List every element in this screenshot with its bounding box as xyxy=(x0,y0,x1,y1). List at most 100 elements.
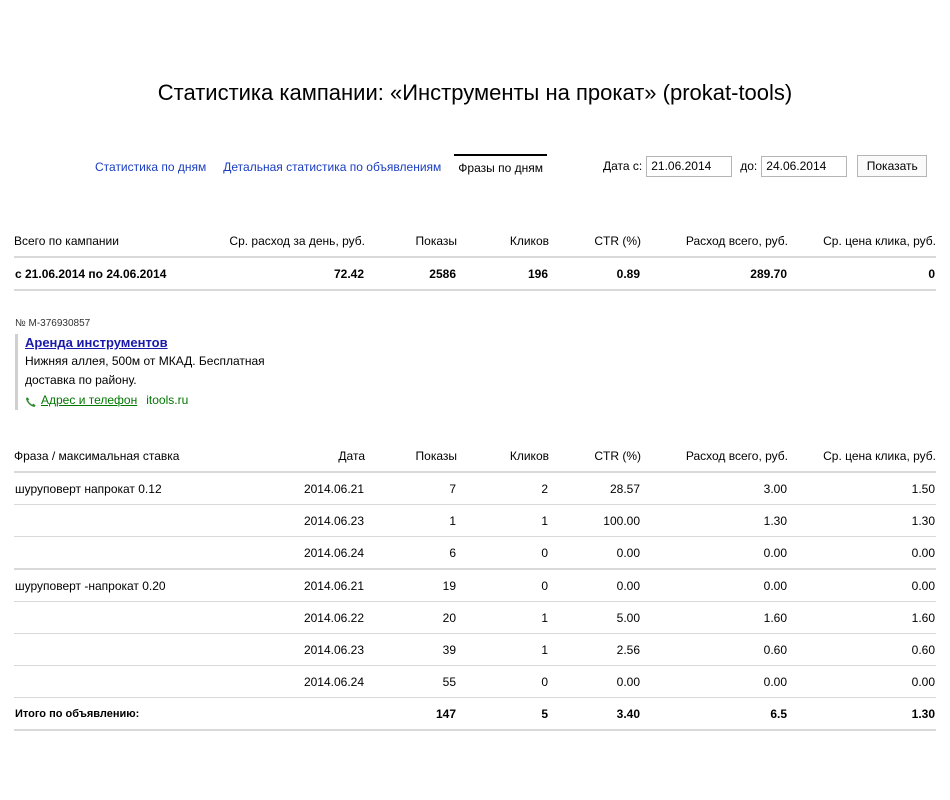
column-header: CTR (%) xyxy=(549,226,641,258)
ad-title-link[interactable]: Аренда инструментов xyxy=(25,334,315,352)
phrase-stats-table: Фраза / максимальная ставка Дата Показы … xyxy=(14,441,936,731)
table-cell: 0.89 xyxy=(549,257,641,291)
table-cell: 20 xyxy=(365,601,457,634)
table-cell: 1 xyxy=(457,601,549,634)
table-cell: 2014.06.21 xyxy=(224,472,365,505)
date-from-label: Дата с: xyxy=(603,159,643,173)
page-title: Статистика кампании: «Инструменты на про… xyxy=(157,80,793,105)
table-cell: 28.57 xyxy=(549,472,641,505)
table-cell: с 21.06.2014 по 24.06.2014 xyxy=(14,257,224,291)
table-cell: Итого по объявлению: xyxy=(14,697,224,731)
show-button[interactable]: Показать xyxy=(857,155,928,177)
phone-icon xyxy=(25,394,37,407)
column-header: Ср. цена клика, руб. xyxy=(788,226,936,258)
contact-link[interactable]: Адрес и телефон xyxy=(41,390,137,410)
date-from-input[interactable] xyxy=(646,155,733,177)
column-header: Ср. цена клика, руб. xyxy=(788,441,936,473)
column-header: Расход всего, руб. xyxy=(641,441,788,473)
table-row: 2014.06.23 39 1 2.56 0.60 0.60 xyxy=(14,633,936,666)
table-cell: 2014.06.24 xyxy=(224,536,365,570)
table-cell: 147 xyxy=(365,697,457,731)
table-cell: 0 xyxy=(457,569,549,602)
column-header: Показы xyxy=(365,226,457,258)
ad-domain: itools.ru xyxy=(146,393,189,407)
date-to-label: до: xyxy=(740,159,758,173)
table-cell: шуруповерт -напрокат 0.20 xyxy=(14,569,224,602)
table-cell: 72.42 xyxy=(224,257,365,291)
table-cell: 1 xyxy=(365,504,457,537)
tab-detailed-stats[interactable]: Детальная статистика по объявлениям xyxy=(223,154,441,180)
table-cell: 0.00 xyxy=(549,569,641,602)
table-cell: 7 xyxy=(365,472,457,505)
table-cell: 0.00 xyxy=(641,569,788,602)
ad-text-line: доставка по району. xyxy=(25,373,137,387)
table-cell: 1.30 xyxy=(788,504,936,537)
table-cell: 5.00 xyxy=(549,601,641,634)
table-cell: 0.60 xyxy=(788,633,936,666)
table-header-row: Фраза / максимальная ставка Дата Показы … xyxy=(14,441,936,473)
table-cell: 3.00 xyxy=(641,472,788,505)
table-cell: 0.00 xyxy=(788,665,936,698)
table-cell xyxy=(14,536,224,570)
column-header: Показы xyxy=(365,441,457,473)
table-cell: 0.00 xyxy=(788,569,936,602)
table-cell: 2014.06.22 xyxy=(224,601,365,634)
ad-links: Адрес и телефон itools.ru xyxy=(25,390,315,410)
table-cell: 1 xyxy=(457,633,549,666)
table-cell xyxy=(14,665,224,698)
table-cell: 0.00 xyxy=(549,536,641,570)
table-cell: 0.60 xyxy=(641,633,788,666)
table-row: 2014.06.24 6 0 0.00 0.00 0.00 xyxy=(14,536,936,570)
table-cell: 0.00 xyxy=(641,536,788,570)
table-row: шуруповерт напрокат 0.12 2014.06.21 7 2 … xyxy=(14,472,936,505)
table-cell: 289.70 xyxy=(641,257,788,291)
table-header-row: Всего по кампании Ср. расход за день, ру… xyxy=(14,226,936,258)
table-cell: 2014.06.23 xyxy=(224,504,365,537)
tab-stats-by-days[interactable]: Статистика по дням xyxy=(95,154,206,180)
table-cell: 1.30 xyxy=(788,697,936,731)
table-cell xyxy=(224,697,365,731)
table-cell: 1.60 xyxy=(788,601,936,634)
table-row: 2014.06.23 1 1 100.00 1.30 1.30 xyxy=(14,504,936,537)
table-cell: 196 xyxy=(457,257,549,291)
column-header: Фраза / максимальная ставка xyxy=(14,441,224,473)
column-header: Кликов xyxy=(457,226,549,258)
table-cell: 0 xyxy=(457,536,549,570)
table-cell: 0 xyxy=(457,665,549,698)
table-row: 2014.06.24 55 0 0.00 0.00 0.00 xyxy=(14,665,936,698)
column-header: Расход всего, руб. xyxy=(641,226,788,258)
table-cell: 2014.06.24 xyxy=(224,665,365,698)
table-cell: 0.00 xyxy=(549,665,641,698)
table-cell: 2.56 xyxy=(549,633,641,666)
column-header: Кликов xyxy=(457,441,549,473)
table-row: 2014.06.22 20 1 5.00 1.60 1.60 xyxy=(14,601,936,634)
table-cell: 1.50 xyxy=(788,472,936,505)
campaign-summary-table: Всего по кампании Ср. расход за день, ру… xyxy=(14,226,936,291)
table-cell: 6 xyxy=(365,536,457,570)
ad-text-line: Нижняя аллея, 500м от МКАД. Бесплатная xyxy=(25,354,265,368)
table-cell: 19 xyxy=(365,569,457,602)
ad-preview: Аренда инструментов Нижняя аллея, 500м о… xyxy=(15,334,315,410)
table-cell xyxy=(14,601,224,634)
table-cell: 2586 xyxy=(365,257,457,291)
table-cell: 39 xyxy=(365,633,457,666)
tab-phrases-by-days[interactable]: Фразы по дням xyxy=(454,154,547,180)
nav-tabs: Статистика по дням Детальная статистика … xyxy=(95,154,571,180)
table-cell: 1.30 xyxy=(641,504,788,537)
table-cell: 3.40 xyxy=(549,697,641,731)
table-cell: 0 xyxy=(788,257,936,291)
table-cell: 0.00 xyxy=(788,536,936,570)
table-cell: 55 xyxy=(365,665,457,698)
table-cell: 2014.06.21 xyxy=(224,569,365,602)
table-row: шуруповерт -напрокат 0.20 2014.06.21 19 … xyxy=(14,569,936,602)
column-header: Дата xyxy=(224,441,365,473)
table-row: с 21.06.2014 по 24.06.2014 72.42 2586 19… xyxy=(14,257,936,291)
table-cell: 6.5 xyxy=(641,697,788,731)
table-cell: 5 xyxy=(457,697,549,731)
date-to-input[interactable] xyxy=(761,155,848,177)
date-filter: Дата с: до: Показать xyxy=(603,154,928,178)
table-cell: шуруповерт напрокат 0.12 xyxy=(14,472,224,505)
table-total-row: Итого по объявлению: 147 5 3.40 6.5 1.30 xyxy=(14,697,936,731)
table-cell: 2 xyxy=(457,472,549,505)
table-cell: 2014.06.23 xyxy=(224,633,365,666)
